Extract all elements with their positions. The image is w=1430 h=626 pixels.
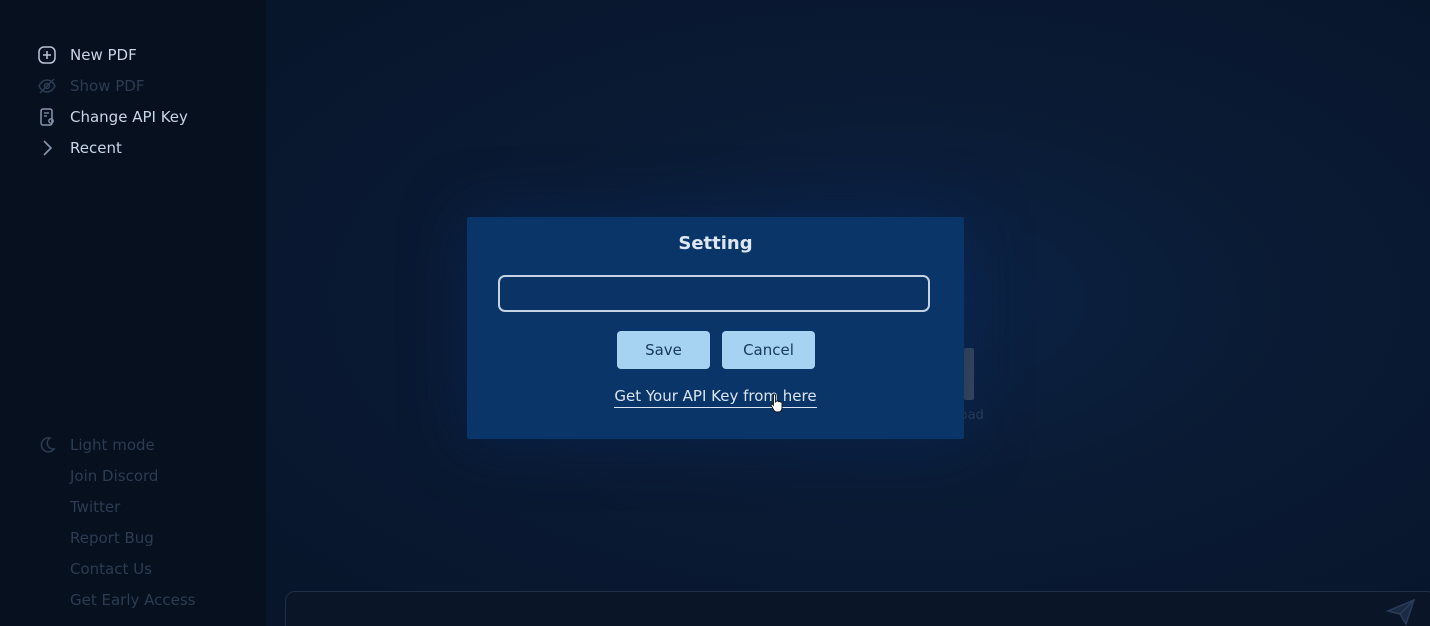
api-key-link-container: Get Your API Key from here (467, 387, 964, 408)
sidebar-item-change-api-key[interactable]: Change API Key (36, 105, 188, 129)
sidebar-item-recent[interactable]: Recent (36, 136, 122, 160)
sidebar-item-label: Change API Key (70, 108, 188, 126)
sidebar-item-label: Recent (70, 139, 122, 157)
sidebar: New PDF Show PDF Change API Key Recent L… (0, 0, 266, 626)
app-window: New PDF Show PDF Change API Key Recent L… (0, 0, 1430, 626)
chat-input[interactable] (285, 591, 1430, 626)
get-api-key-link[interactable]: Get Your API Key from here (614, 387, 817, 408)
sidebar-item-label: New PDF (70, 46, 137, 64)
blank-icon (36, 465, 58, 487)
sidebar-item-label: Report Bug (70, 529, 154, 547)
cancel-button[interactable]: Cancel (722, 331, 815, 369)
blank-icon (36, 558, 58, 580)
sidebar-item-get-early-access[interactable]: Get Early Access (36, 588, 196, 612)
send-icon[interactable] (1385, 598, 1416, 626)
moon-icon (36, 434, 58, 456)
sidebar-item-contact-us[interactable]: Contact Us (36, 557, 152, 581)
sidebar-item-twitter[interactable]: Twitter (36, 495, 120, 519)
settings-dialog: Setting Save Cancel Get Your API Key fro… (467, 217, 964, 439)
sidebar-item-label: Contact Us (70, 560, 152, 578)
sidebar-item-label: Show PDF (70, 77, 145, 95)
sidebar-item-label: Light mode (70, 436, 155, 454)
sidebar-item-show-pdf[interactable]: Show PDF (36, 74, 144, 98)
sidebar-item-label: Twitter (70, 498, 121, 516)
eye-off-icon (36, 75, 58, 97)
sidebar-item-join-discord[interactable]: Join Discord (36, 464, 158, 488)
blank-icon (36, 589, 58, 611)
sidebar-item-report-bug[interactable]: Report Bug (36, 526, 154, 550)
chevron-right-icon (36, 137, 58, 159)
upload-placeholder-bar (964, 348, 974, 400)
sidebar-item-label: Get Early Access (70, 591, 196, 609)
plus-circle-icon (36, 44, 58, 66)
key-icon (36, 106, 58, 128)
blank-icon (36, 527, 58, 549)
hand-cursor-icon (770, 393, 784, 413)
save-button[interactable]: Save (617, 331, 710, 369)
blank-icon (36, 496, 58, 518)
api-key-input[interactable] (498, 275, 930, 312)
sidebar-item-light-mode[interactable]: Light mode (36, 433, 155, 457)
sidebar-item-label: Join Discord (70, 467, 159, 485)
sidebar-item-new-pdf[interactable]: New PDF (36, 43, 137, 67)
dialog-title: Setting (678, 233, 753, 254)
